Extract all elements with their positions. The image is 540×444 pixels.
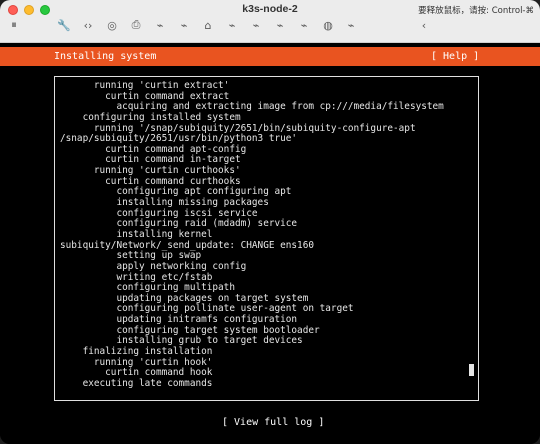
code-icon[interactable]: ‹› — [80, 17, 96, 33]
minimize-window-button[interactable] — [24, 5, 34, 15]
usb-icon[interactable]: ⌁ — [152, 17, 168, 33]
window-title: k3s-node-2 — [242, 3, 298, 15]
log-scrollbar[interactable] — [469, 81, 475, 397]
wrench-icon[interactable]: 🔧 — [56, 17, 72, 33]
installer-screen: Installing system [ Help ] running 'curt… — [0, 43, 540, 444]
vm-window: k3s-node-2 要释放鼠标，请按: Control-⌘ ⏸ 🔧 ‹› ◎ ⎙ ⌁ ⌁ ⌂… — [0, 0, 540, 444]
usb-icon-7[interactable]: ⌁ — [343, 17, 359, 33]
install-log-panel[interactable]: running 'curtin extract' curtin command … — [54, 76, 479, 401]
log-line: configuring installed system — [60, 111, 241, 123]
maximize-window-button[interactable] — [40, 5, 50, 15]
chevron-left-icon[interactable]: ‹ — [416, 17, 432, 33]
release-mouse-hint: 要释放鼠标，请按: Control-⌘ — [418, 6, 534, 16]
installer-title: Installing system — [54, 51, 157, 62]
installer-header: Installing system [ Help ] — [0, 47, 540, 66]
usb-icon-5[interactable]: ⌁ — [272, 17, 288, 33]
usb-icon-3[interactable]: ⌁ — [224, 17, 240, 33]
printer-icon[interactable]: ⎙ — [128, 17, 144, 33]
log-line: installing kernel — [60, 228, 213, 240]
close-window-button[interactable] — [8, 5, 18, 15]
traffic-lights — [8, 5, 50, 15]
log-line: apply networking config — [60, 260, 247, 272]
usb-icon-6[interactable]: ⌁ — [296, 17, 312, 33]
usb-icon-2[interactable]: ⌁ — [176, 17, 192, 33]
disc-icon[interactable]: ◎ — [104, 17, 120, 33]
camera-icon[interactable]: ⌂ — [200, 17, 216, 33]
fingerprint-icon[interactable]: ◍ — [320, 17, 336, 33]
pause-icon[interactable]: ⏸ — [6, 17, 22, 33]
window-titlebar: k3s-node-2 要释放鼠标，请按: Control-⌘ ⏸ 🔧 ‹› ◎ ⎙ ⌁ ⌁ ⌂… — [0, 0, 540, 43]
usb-icon-4[interactable]: ⌁ — [248, 17, 264, 33]
log-line: executing late commands — [60, 377, 213, 389]
install-log: running 'curtin extract' curtin command … — [60, 81, 465, 397]
log-scrollbar-thumb[interactable] — [469, 364, 474, 376]
view-full-log-button[interactable]: [ View full log ] — [222, 417, 324, 428]
help-button[interactable]: [ Help ] — [431, 47, 479, 66]
